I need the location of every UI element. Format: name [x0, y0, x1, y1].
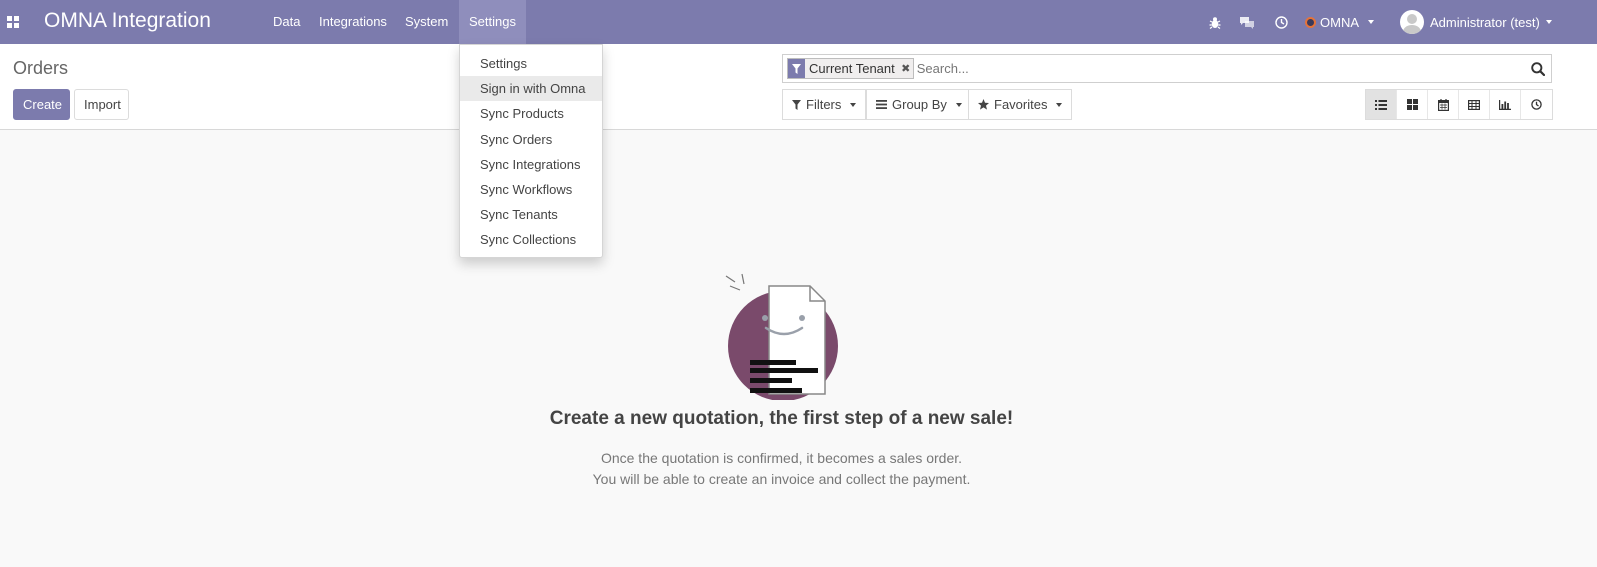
dropdown-item-sync-workflows[interactable]: Sync Workflows: [460, 177, 602, 202]
activity-clock-icon[interactable]: [1270, 0, 1292, 44]
favorites-button[interactable]: Favorites: [968, 89, 1073, 120]
graph-view-icon[interactable]: [1490, 90, 1521, 119]
helper-title: Create a new quotation, the first step o…: [549, 408, 1014, 429]
view-switcher: [1365, 89, 1553, 120]
activity-view-icon[interactable]: [1521, 90, 1552, 119]
smiling-document-illustration: [725, 273, 838, 400]
pivot-view-icon[interactable]: [1459, 90, 1490, 119]
group-by-button[interactable]: Group By: [866, 89, 972, 120]
chevron-down-icon: [1368, 20, 1374, 24]
create-button[interactable]: Create: [13, 89, 70, 120]
empty-helper: Create a new quotation, the first step o…: [0, 130, 1597, 567]
helper-description: You will be able to create an invoice an…: [592, 471, 971, 487]
search-facet: Current Tenant ✖: [787, 58, 914, 79]
menu-system[interactable]: System: [395, 0, 458, 44]
facet-label: Current Tenant: [809, 61, 895, 76]
company-switcher[interactable]: OMNA: [1305, 0, 1374, 44]
star-icon: [978, 99, 989, 110]
company-name: OMNA: [1320, 14, 1359, 30]
search-icon[interactable]: [1525, 55, 1551, 82]
import-button[interactable]: Import: [74, 89, 129, 120]
dropdown-item-sign-in-with-omna[interactable]: Sign in with Omna: [460, 76, 602, 102]
menu-settings[interactable]: Settings: [459, 0, 526, 44]
control-panel: Orders Create Import Current Tenant ✖ Fi…: [0, 44, 1597, 130]
chat-icon[interactable]: [1236, 0, 1258, 44]
filters-label: Filters: [806, 97, 842, 112]
chevron-down-icon: [955, 102, 962, 107]
dropdown-item-sync-collections[interactable]: Sync Collections: [460, 227, 602, 252]
user-menu[interactable]: Administrator (test): [1400, 0, 1552, 44]
company-logo-icon: [1305, 16, 1316, 28]
close-icon[interactable]: ✖: [899, 59, 913, 78]
filters-button[interactable]: Filters: [782, 89, 867, 120]
dropdown-item-sync-integrations[interactable]: Sync Integrations: [460, 152, 602, 177]
debug-icon[interactable]: [1204, 0, 1226, 44]
menu-integrations[interactable]: Integrations: [309, 0, 397, 44]
filter-icon: [788, 59, 805, 78]
search-input[interactable]: [916, 56, 1525, 81]
main-navbar: OMNA Integration Data Integrations Syste…: [0, 0, 1597, 44]
helper-description: Once the quotation is confirmed, it beco…: [600, 450, 963, 466]
avatar: [1400, 10, 1424, 34]
apps-menu-icon[interactable]: [0, 0, 26, 44]
filter-icon: [792, 99, 801, 110]
group-by-label: Group By: [892, 97, 947, 112]
chevron-down-icon: [1545, 20, 1552, 24]
calendar-view-icon[interactable]: [1428, 90, 1459, 119]
dropdown-item-sync-orders[interactable]: Sync Orders: [460, 127, 602, 152]
kanban-view-icon[interactable]: [1397, 90, 1428, 119]
favorites-label: Favorites: [994, 97, 1048, 112]
dropdown-item-sync-tenants[interactable]: Sync Tenants: [460, 202, 602, 227]
chevron-down-icon: [1056, 102, 1063, 107]
user-name: Administrator (test): [1430, 14, 1540, 30]
dropdown-item-sync-products[interactable]: Sync Products: [460, 101, 602, 126]
settings-dropdown: Settings Sign in with Omna Sync Products…: [459, 44, 603, 258]
breadcrumb[interactable]: Orders: [13, 58, 68, 79]
bars-icon: [876, 100, 887, 109]
menu-data[interactable]: Data: [263, 0, 310, 44]
list-view-icon[interactable]: [1366, 90, 1397, 119]
chevron-down-icon: [850, 102, 857, 107]
search-bar: Current Tenant ✖: [782, 54, 1552, 83]
dropdown-item-settings[interactable]: Settings: [460, 51, 602, 76]
app-title: OMNA Integration: [44, 9, 211, 32]
